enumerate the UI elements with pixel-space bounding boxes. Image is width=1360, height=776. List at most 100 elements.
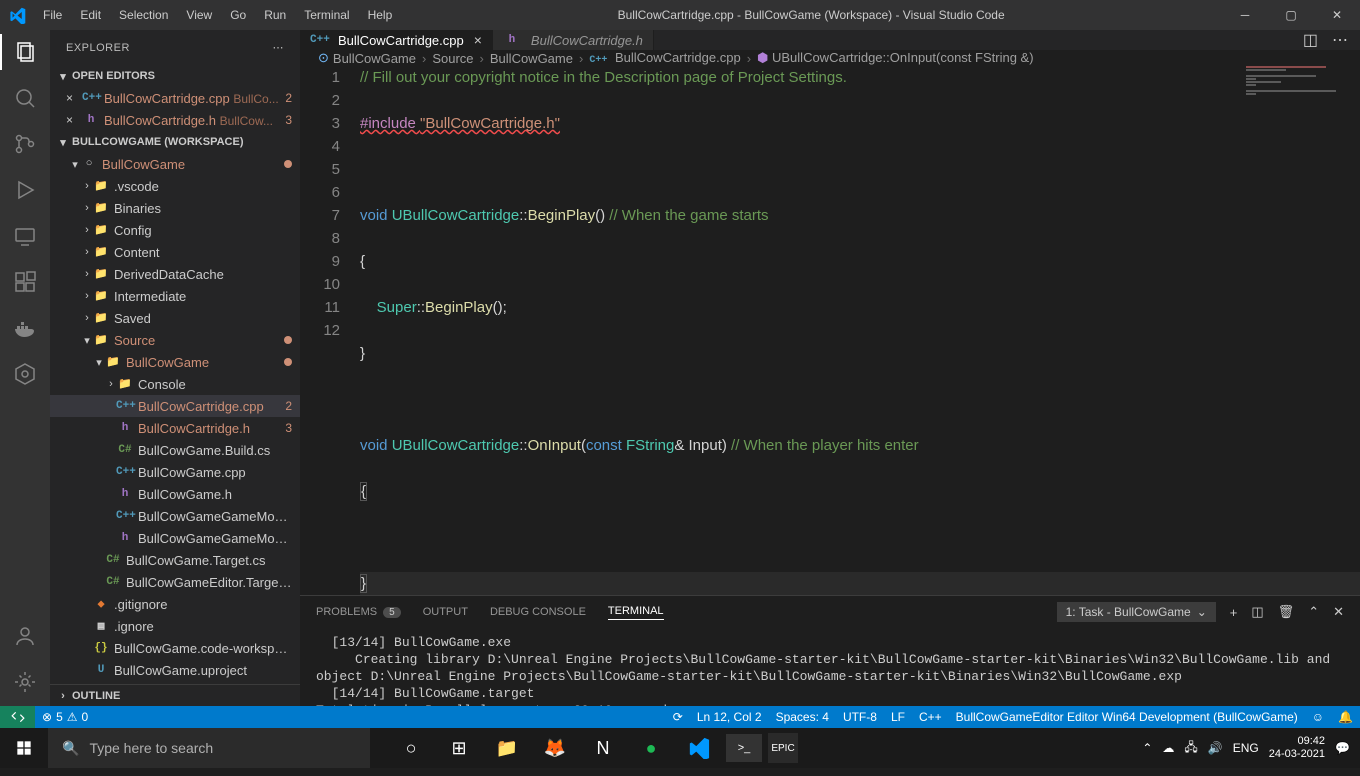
- workspace-header[interactable]: ▾BULLCOWGAME (WORKSPACE): [50, 131, 300, 153]
- remote-indicator[interactable]: [0, 706, 35, 728]
- panel-tab-terminal[interactable]: TERMINAL: [608, 605, 664, 620]
- encoding[interactable]: UTF-8: [836, 710, 884, 724]
- open-editor-item[interactable]: × C++ BullCowCartridge.cpp BullCo... 2: [50, 87, 300, 109]
- epic-games-icon[interactable]: EPIC: [768, 733, 798, 763]
- breadcrumb-item[interactable]: BullCowGame: [333, 51, 416, 66]
- taskbar-clock[interactable]: 09:42 24-03-2021: [1269, 735, 1325, 761]
- maximize-panel-icon[interactable]: ⌃: [1308, 604, 1319, 620]
- close-button[interactable]: ✕: [1314, 0, 1360, 30]
- breadcrumb-item[interactable]: ⬢ UBullCowCartridge::OnInput(const FStri…: [757, 50, 1034, 66]
- terminal-taskbar-icon[interactable]: >_: [726, 734, 762, 762]
- onedrive-icon[interactable]: ☁: [1162, 741, 1174, 755]
- menu-view[interactable]: View: [178, 4, 220, 26]
- start-button[interactable]: [0, 728, 48, 768]
- minimap[interactable]: [1246, 66, 1346, 126]
- tree-item[interactable]: ›📁 Binaries: [50, 197, 300, 219]
- file-explorer-icon[interactable]: 📁: [486, 728, 528, 768]
- tree-item[interactable]: h BullCowGameGameModeBa...: [50, 527, 300, 549]
- problems-status[interactable]: ⊗5 ⚠0: [35, 710, 95, 724]
- explorer-more-icon[interactable]: ⋯: [273, 41, 285, 54]
- editor-tab[interactable]: h BullCowCartridge.h: [493, 30, 654, 50]
- terminal-task-dropdown[interactable]: 1: Task - BullCowGame⌄: [1057, 602, 1216, 622]
- panel-tab-debug-console[interactable]: DEBUG CONSOLE: [490, 605, 586, 620]
- taskbar-search[interactable]: 🔍 Type here to search: [48, 728, 370, 768]
- task-view-icon[interactable]: ⊞: [438, 728, 480, 768]
- menu-selection[interactable]: Selection: [111, 4, 176, 26]
- tray-chevron-icon[interactable]: ⌃: [1142, 741, 1152, 755]
- tree-item[interactable]: ›📁 Console: [50, 373, 300, 395]
- breadcrumb-item[interactable]: C++ BullCowCartridge.cpp: [589, 50, 740, 66]
- menu-file[interactable]: File: [35, 4, 70, 26]
- notion-icon[interactable]: N: [582, 728, 624, 768]
- extensions-icon[interactable]: [11, 268, 39, 296]
- menu-go[interactable]: Go: [222, 4, 254, 26]
- split-editor-icon[interactable]: ◫: [1303, 30, 1318, 50]
- tree-item[interactable]: ›📁 Intermediate: [50, 285, 300, 307]
- tree-item[interactable]: ▤ .ignore: [50, 615, 300, 637]
- close-tab-icon[interactable]: ×: [474, 32, 482, 48]
- network-icon[interactable]: 🖧: [1184, 738, 1197, 759]
- close-icon[interactable]: ×: [66, 91, 82, 105]
- tree-item[interactable]: ›📁 Config: [50, 219, 300, 241]
- notifications-icon[interactable]: 🔔: [1331, 710, 1360, 724]
- tree-item[interactable]: ›📁 .vscode: [50, 175, 300, 197]
- tree-item[interactable]: C++ BullCowCartridge.cpp2: [50, 395, 300, 417]
- tree-item[interactable]: {} BullCowGame.code-workspace: [50, 637, 300, 659]
- tree-item[interactable]: h BullCowCartridge.h3: [50, 417, 300, 439]
- kill-terminal-icon[interactable]: 🗑: [1278, 604, 1295, 620]
- kubernetes-icon[interactable]: [11, 360, 39, 388]
- eol[interactable]: LF: [884, 710, 912, 724]
- open-editor-item[interactable]: × h BullCowCartridge.h BullCow... 3: [50, 109, 300, 131]
- split-terminal-icon[interactable]: ◫: [1251, 604, 1263, 620]
- menu-help[interactable]: Help: [360, 4, 401, 26]
- language-indicator[interactable]: ENG: [1233, 741, 1259, 755]
- spotify-icon[interactable]: ●: [630, 728, 672, 768]
- menu-edit[interactable]: Edit: [72, 4, 109, 26]
- docker-icon[interactable]: [11, 314, 39, 342]
- remote-explorer-icon[interactable]: [11, 222, 39, 250]
- accounts-icon[interactable]: [11, 622, 39, 650]
- search-icon[interactable]: [11, 84, 39, 112]
- tree-item[interactable]: ▾📁 BullCowGame: [50, 351, 300, 373]
- build-config[interactable]: BullCowGameEditor Editor Win64 Developme…: [949, 710, 1305, 724]
- panel-tab-output[interactable]: OUTPUT: [423, 605, 468, 620]
- volume-icon[interactable]: 🔊: [1208, 741, 1223, 755]
- minimize-button[interactable]: ─: [1222, 0, 1268, 30]
- tree-item[interactable]: ›📁 DerivedDataCache: [50, 263, 300, 285]
- open-editors-header[interactable]: ▾OPEN EDITORS: [50, 65, 300, 87]
- menu-run[interactable]: Run: [256, 4, 294, 26]
- outline-header[interactable]: ›OUTLINE: [50, 684, 300, 706]
- editor-tab[interactable]: C++ BullCowCartridge.cpp ×: [300, 30, 493, 50]
- run-debug-icon[interactable]: [11, 176, 39, 204]
- close-panel-icon[interactable]: ✕: [1333, 604, 1344, 620]
- code-editor[interactable]: 123456789101112 // Fill out your copyrig…: [300, 66, 1360, 595]
- action-center-icon[interactable]: 💬: [1335, 741, 1350, 755]
- tree-item[interactable]: ▾📁 Source: [50, 329, 300, 351]
- tree-item[interactable]: C# BullCowGameEditor.Target.cs: [50, 571, 300, 593]
- explorer-icon[interactable]: [11, 38, 39, 66]
- breadcrumb-item[interactable]: Source: [432, 51, 473, 66]
- vscode-taskbar-icon[interactable]: [678, 728, 720, 768]
- language-mode[interactable]: C++: [912, 710, 949, 724]
- panel-tab-problems[interactable]: PROBLEMS5: [316, 605, 401, 620]
- firefox-icon[interactable]: 🦊: [534, 728, 576, 768]
- tree-item[interactable]: C++ BullCowGameGameModeBa...: [50, 505, 300, 527]
- feedback-icon[interactable]: ☺: [1305, 710, 1331, 724]
- maximize-button[interactable]: ▢: [1268, 0, 1314, 30]
- more-actions-icon[interactable]: ⋯: [1332, 30, 1348, 50]
- breadcrumbs[interactable]: ⊙ BullCowGame›Source›BullCowGame›C++ Bul…: [300, 50, 1360, 66]
- indentation[interactable]: Spaces: 4: [769, 710, 836, 724]
- new-terminal-icon[interactable]: +: [1230, 605, 1238, 620]
- build-status-icon[interactable]: ⟳: [666, 710, 690, 724]
- tree-item[interactable]: U BullCowGame.uproject: [50, 659, 300, 681]
- close-icon[interactable]: ×: [66, 113, 82, 127]
- tree-item[interactable]: h BullCowGame.h: [50, 483, 300, 505]
- cursor-position[interactable]: Ln 12, Col 2: [690, 710, 769, 724]
- settings-icon[interactable]: [11, 668, 39, 696]
- tree-item[interactable]: ▾○ BullCowGame: [50, 153, 300, 175]
- breadcrumb-item[interactable]: BullCowGame: [490, 51, 573, 66]
- tree-item[interactable]: C# BullCowGame.Build.cs: [50, 439, 300, 461]
- tree-item[interactable]: ◆ .gitignore: [50, 593, 300, 615]
- tree-item[interactable]: C++ BullCowGame.cpp: [50, 461, 300, 483]
- menu-terminal[interactable]: Terminal: [296, 4, 357, 26]
